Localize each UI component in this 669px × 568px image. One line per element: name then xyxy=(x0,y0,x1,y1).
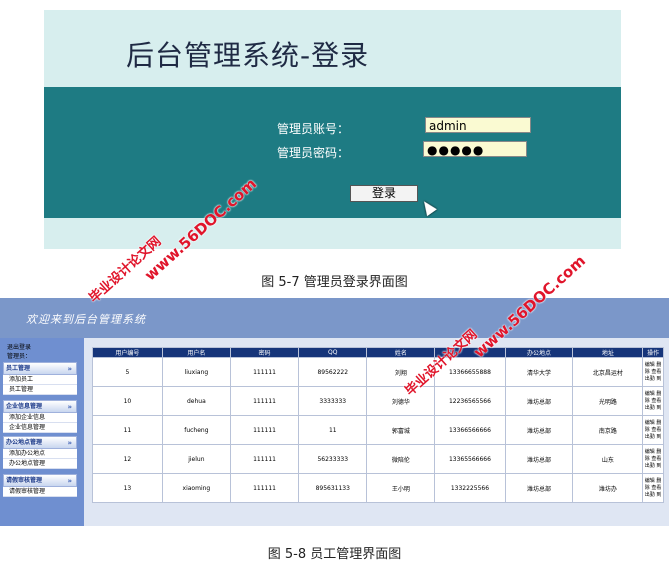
row-actions[interactable]: 编辑 删除 查看出勤 到 xyxy=(642,473,664,503)
password-input[interactable]: ●●●●● xyxy=(423,141,527,157)
cell: 12 xyxy=(92,444,163,474)
sidebar-section-office: 办公地点管理 » 添加办公地点 办公地点管理 xyxy=(3,436,77,469)
section-title: 请假审核管理 xyxy=(6,477,43,484)
cell: 3333333 xyxy=(298,386,368,416)
sidebar-item-add-company[interactable]: 添加企业信息 xyxy=(3,413,77,423)
sidebar-item-add-office[interactable]: 添加办公地点 xyxy=(3,449,77,459)
welcome-text: 欢迎来到后台管理系统 xyxy=(26,313,146,326)
table-row: 11 fucheng 111111 11 郭富城 13366566666 潍坊总… xyxy=(92,415,664,445)
cell: fucheng xyxy=(161,415,231,445)
row-actions[interactable]: 编辑 删除 查看出勤 到 xyxy=(642,415,664,445)
employee-table: 用户编号 用户名 密码 QQ 姓名 办公地点 地址 操作 5 liuxiang … xyxy=(92,347,664,503)
col-header: QQ xyxy=(298,347,368,358)
cell: 潍坊办 xyxy=(572,473,644,503)
login-button[interactable]: 登录 xyxy=(350,185,418,202)
cell: 10 xyxy=(92,386,163,416)
collapse-icon[interactable]: » xyxy=(67,402,72,413)
sidebar-item-add-employee[interactable]: 添加员工 xyxy=(3,375,77,385)
login-title: 后台管理系统-登录 xyxy=(126,39,370,72)
cell: 12236565566 xyxy=(434,386,506,416)
cell: 郭富城 xyxy=(366,415,436,445)
current-user-label: 管理员： xyxy=(7,353,32,360)
account-label: 管理员账号： xyxy=(276,122,349,136)
cell: 13366566666 xyxy=(434,415,506,445)
collapse-icon[interactable]: » xyxy=(67,438,72,449)
section-title: 企业信息管理 xyxy=(6,403,43,410)
cell: 5 xyxy=(92,357,163,387)
sidebar-section-employee: 员工管理 » 添加员工 员工管理 xyxy=(3,362,77,395)
cell: 56233333 xyxy=(298,444,368,474)
logout-link[interactable]: 退出登录 xyxy=(7,342,31,351)
sidebar-section-leave: 请假审核管理» 请假审核管理 xyxy=(3,474,77,497)
col-header: 操作 xyxy=(642,347,664,358)
cell: 11 xyxy=(92,415,163,445)
cell: 89562222 xyxy=(298,357,368,387)
sidebar-item-manage-company[interactable]: 企业信息管理 xyxy=(3,423,77,433)
admin-header: 欢迎来到后台管理系统 xyxy=(0,298,669,338)
table-row: 12 jielun 111111 56233333 微陪伦 1336556666… xyxy=(92,444,664,474)
section-header[interactable]: 办公地点管理 » xyxy=(3,436,77,449)
cell: 潍坊总部 xyxy=(504,386,574,416)
cell: 111111 xyxy=(229,386,300,416)
cell: 王小明 xyxy=(366,473,436,503)
col-header: 办公地点 xyxy=(504,347,574,358)
section-header[interactable]: 企业信息管理 » xyxy=(3,400,77,413)
cell: 111111 xyxy=(229,415,300,445)
login-screenshot: 后台管理系统-登录 管理员账号： admin 管理员密码： ●●●●● 登录 xyxy=(44,10,621,249)
cell: jielun xyxy=(161,444,231,474)
sidebar-item-manage-employee[interactable]: 员工管理 xyxy=(3,385,77,395)
row-actions[interactable]: 编辑 删除 查看出勤 到 xyxy=(642,386,664,416)
section-header[interactable]: 员工管理 » xyxy=(3,362,77,375)
section-header[interactable]: 请假审核管理 » xyxy=(3,474,77,487)
cell: 111111 xyxy=(229,473,300,503)
col-header: 用户编号 xyxy=(92,347,163,358)
row-actions[interactable]: 编辑 删除 查看出勤 到 xyxy=(642,357,664,387)
section-title: 员工管理 xyxy=(6,365,31,372)
cell: 光明路 xyxy=(572,386,644,416)
password-label: 管理员密码： xyxy=(276,146,349,160)
cell: 111111 xyxy=(229,357,300,387)
table-header-row: 用户编号 用户名 密码 QQ 姓名 办公地点 地址 操作 xyxy=(92,347,664,358)
cell: 1332225566 xyxy=(434,473,506,503)
cell: 南京路 xyxy=(572,415,644,445)
sidebar-section-company: 企业信息管理 » 添加企业信息 企业信息管理 xyxy=(3,400,77,433)
cell: 潍坊总部 xyxy=(504,415,574,445)
cell: 895631133 xyxy=(298,473,368,503)
cell: 山东 xyxy=(572,444,644,474)
sidebar-item-leave-review[interactable]: 请假审核管理 xyxy=(3,487,77,497)
cell: 清华大学 xyxy=(504,357,574,387)
cell: 11 xyxy=(298,415,368,445)
table-row: 5 liuxiang 111111 89562222 刘翔 1336665588… xyxy=(92,357,664,387)
cell: 潍坊总部 xyxy=(504,473,574,503)
cell: 13365566666 xyxy=(434,444,506,474)
table-row: 13 xiaoming 111111 895631133 王小明 1332225… xyxy=(92,473,664,503)
col-header: 姓名 xyxy=(366,347,436,358)
col-header: 密码 xyxy=(229,347,300,358)
cell: 潍坊总部 xyxy=(504,444,574,474)
admin-screenshot: 欢迎来到后台管理系统 退出登录 管理员： 员工管理 » 添加员工 员工管理 企业信… xyxy=(0,298,669,526)
cell: 微陪伦 xyxy=(366,444,436,474)
sidebar-item-manage-office[interactable]: 办公地点管理 xyxy=(3,459,77,469)
cell: 13 xyxy=(92,473,163,503)
col-header: 用户名 xyxy=(161,347,231,358)
section-title: 办公地点管理 xyxy=(6,439,43,446)
cell: 111111 xyxy=(229,444,300,474)
account-input[interactable]: admin xyxy=(425,117,531,133)
collapse-icon[interactable]: » xyxy=(67,364,72,375)
collapse-icon[interactable]: » xyxy=(67,476,72,487)
admin-sidebar: 退出登录 管理员： 员工管理 » 添加员工 员工管理 企业信息管理 » 添加企业信息… xyxy=(0,338,84,526)
cell: 刘德华 xyxy=(366,386,436,416)
cell: dehua xyxy=(161,386,231,416)
caption-admin: 图 5-8 员工管理界面图 xyxy=(267,547,402,562)
login-band: 管理员账号： admin 管理员密码： ●●●●● 登录 xyxy=(44,87,621,218)
cell: 北京昌运村 xyxy=(572,357,644,387)
col-header: 地址 xyxy=(572,347,644,358)
table-row: 10 dehua 111111 3333333 刘德华 12236565566 … xyxy=(92,386,664,416)
cell: xiaoming xyxy=(161,473,231,503)
row-actions[interactable]: 编辑 删除 查看出勤 到 xyxy=(642,444,664,474)
cell: liuxiang xyxy=(161,357,231,387)
